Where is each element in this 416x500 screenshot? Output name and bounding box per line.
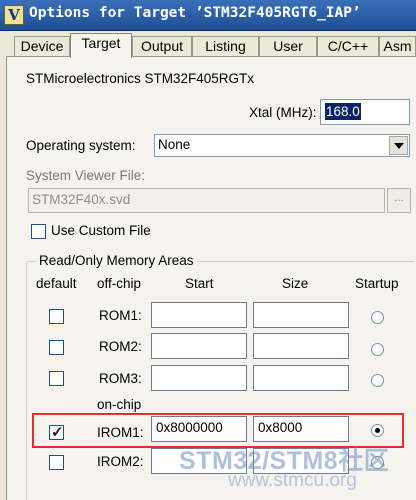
- rom1-default-checkbox[interactable]: [49, 309, 64, 324]
- os-label: Operating system:: [26, 138, 136, 153]
- tab-strip: Device Target Output Listing User C/C++ …: [0, 31, 416, 58]
- ro-memory-title: Read/Only Memory Areas: [36, 253, 197, 268]
- tab-c-cpp[interactable]: C/C++: [317, 36, 379, 57]
- chevron-down-icon: [394, 143, 404, 149]
- os-select[interactable]: None: [154, 134, 410, 157]
- rom1-label: ROM1:: [99, 308, 142, 323]
- irom2-default-checkbox[interactable]: [49, 455, 64, 470]
- col-size: Size: [282, 276, 309, 291]
- col-offchip: off-chip: [97, 276, 142, 291]
- rom3-label: ROM3:: [99, 371, 142, 386]
- rom2-startup-radio[interactable]: [371, 343, 384, 356]
- tab-target[interactable]: Target: [70, 33, 132, 58]
- rom1-start-input[interactable]: [151, 302, 247, 328]
- svd-label: System Viewer File:: [26, 168, 146, 183]
- rom3-default-checkbox[interactable]: [49, 371, 64, 386]
- xtal-input[interactable]: 168.0: [320, 99, 410, 125]
- os-value: None: [158, 137, 191, 152]
- tab-device[interactable]: Device: [14, 36, 70, 57]
- window-titlebar[interactable]: V Options for Target ’STM32F405RGT6_IAP’: [0, 0, 416, 31]
- rom1-startup-radio[interactable]: [371, 311, 384, 324]
- svd-browse-button[interactable]: ...: [387, 188, 411, 213]
- app-icon: V: [4, 5, 24, 25]
- tab-user[interactable]: User: [259, 36, 317, 57]
- device-name: STMicroelectronics STM32F405RGTx: [26, 71, 255, 86]
- rom2-size-input[interactable]: [253, 333, 349, 359]
- rom2-start-input[interactable]: [151, 333, 247, 359]
- col-start: Start: [185, 276, 214, 291]
- tab-listing[interactable]: Listing: [192, 36, 259, 57]
- watermark-url: www.stmcu.org: [228, 470, 357, 491]
- use-custom-file-checkbox[interactable]: [31, 224, 46, 239]
- onchip-label: on-chip: [97, 397, 142, 412]
- rom3-size-input[interactable]: [253, 365, 349, 391]
- xtal-value: 168.0: [325, 103, 361, 120]
- col-startup: Startup: [355, 276, 399, 291]
- use-custom-file-label: Use Custom File: [51, 223, 151, 238]
- rom2-default-checkbox[interactable]: [49, 340, 64, 355]
- tab-asm[interactable]: Asm: [379, 36, 416, 57]
- irom2-label: IROM2:: [97, 454, 144, 469]
- svd-file-field[interactable]: STM32F40x.svd: [28, 188, 385, 213]
- rom3-start-input[interactable]: [151, 365, 247, 391]
- rom1-size-input[interactable]: [253, 302, 349, 328]
- tab-output[interactable]: Output: [132, 36, 192, 57]
- rom3-startup-radio[interactable]: [371, 374, 384, 387]
- window-title: Options for Target ’STM32F405RGT6_IAP’: [29, 5, 361, 21]
- os-dropdown-button[interactable]: [389, 136, 408, 155]
- rom2-label: ROM2:: [99, 339, 142, 354]
- xtal-label: Xtal (MHz):: [249, 105, 317, 120]
- col-default: default: [36, 276, 77, 291]
